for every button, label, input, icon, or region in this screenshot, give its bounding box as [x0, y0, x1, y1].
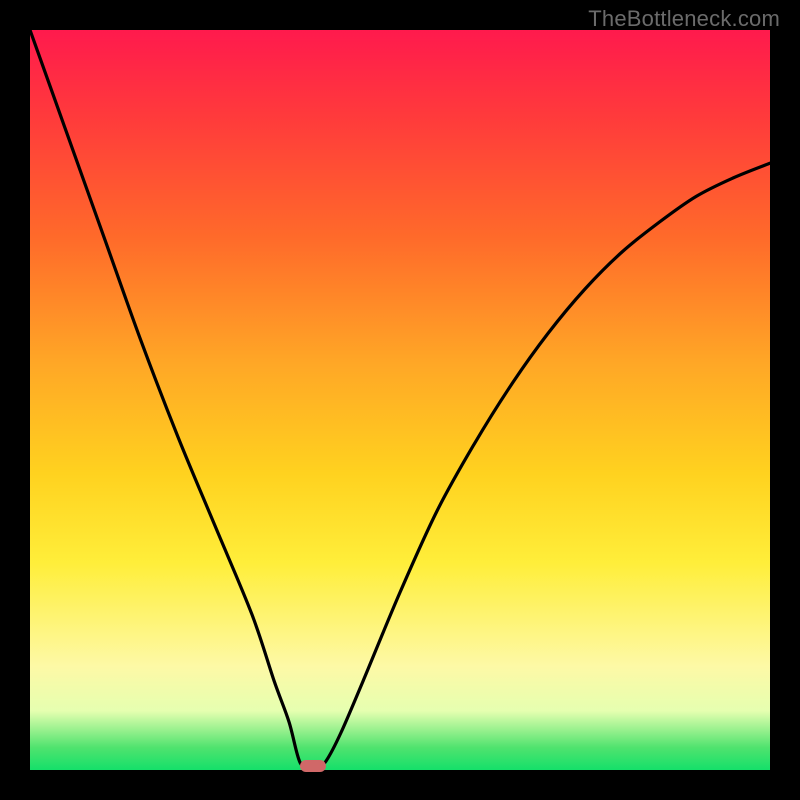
- plot-area: [30, 30, 770, 770]
- bottleneck-curve: [30, 30, 770, 770]
- attribution-text: TheBottleneck.com: [588, 6, 780, 32]
- optimum-marker: [300, 760, 326, 772]
- outer-frame: TheBottleneck.com: [0, 0, 800, 800]
